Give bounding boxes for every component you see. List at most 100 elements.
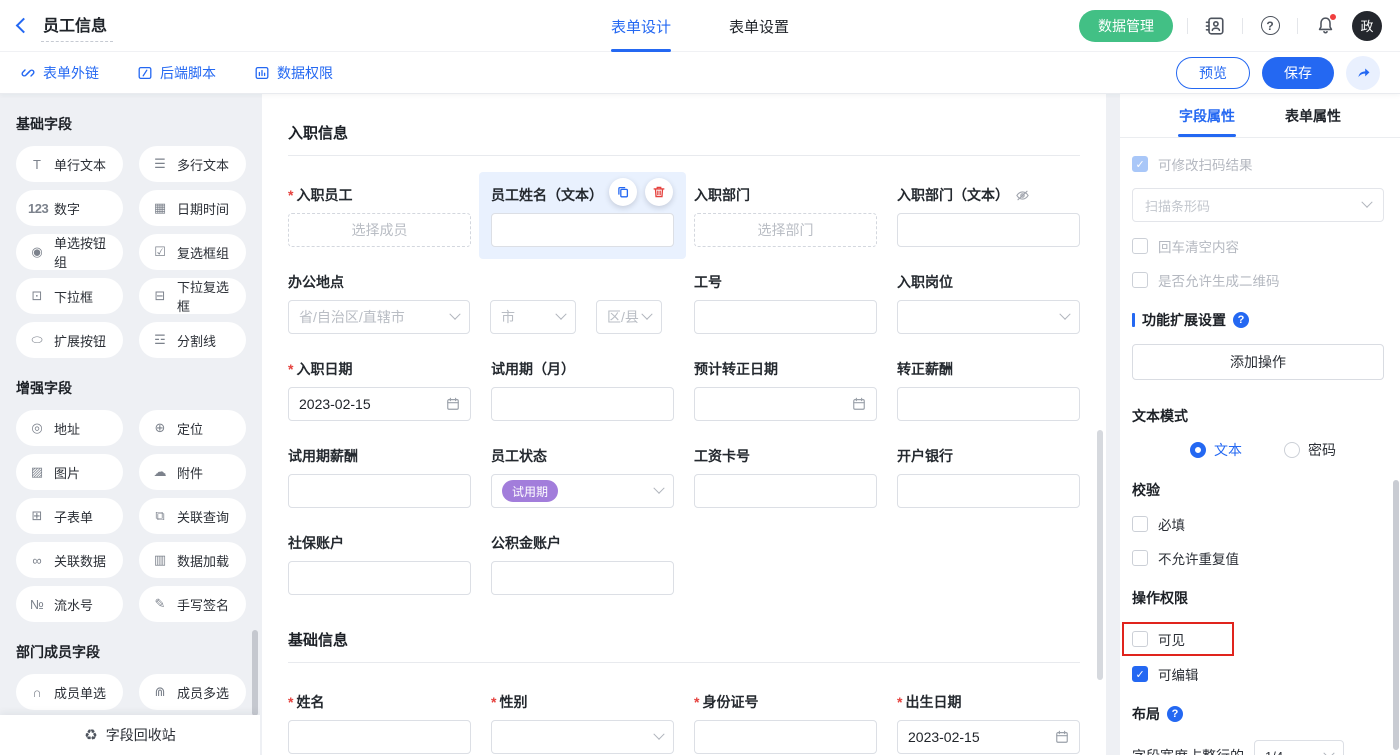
gender-select[interactable] (491, 720, 674, 754)
field-onboard-dept-text[interactable]: 入职部门（文本） (897, 184, 1080, 247)
field-bank[interactable]: 开户银行 (897, 445, 1080, 508)
field-item-address[interactable]: ◎地址 (16, 410, 123, 446)
required-checkbox[interactable]: 必填 (1132, 514, 1384, 534)
field-onboard-post[interactable]: 入职岗位 (897, 271, 1080, 334)
text-input[interactable] (288, 474, 471, 508)
field-item-number[interactable]: 123数字 (16, 190, 123, 226)
field-item-linked-query[interactable]: ⧉关联查询 (139, 498, 246, 534)
field-width-select[interactable]: 1/4 (1254, 740, 1344, 755)
field-onboard-employee[interactable]: *入职员工 选择成员 (288, 184, 471, 247)
text-input[interactable] (897, 387, 1080, 421)
district-select[interactable]: 区/县 (596, 300, 662, 334)
backend-script-link[interactable]: 后端脚本 (137, 63, 216, 83)
member-picker[interactable]: 选择成员 (288, 213, 471, 247)
avatar[interactable]: 政 (1352, 11, 1382, 41)
text-input[interactable] (897, 213, 1080, 247)
field-item-member-multi[interactable]: ⋒成员多选 (139, 674, 246, 710)
tab-form-properties[interactable]: 表单属性 (1260, 94, 1366, 137)
field-item-data-load[interactable]: ▥数据加载 (139, 542, 246, 578)
add-action-button[interactable]: 添加操作 (1132, 344, 1384, 380)
field-social-security-account[interactable]: 社保账户 (288, 532, 471, 595)
field-item-multi-line-text[interactable]: ☰多行文本 (139, 146, 246, 182)
field-item-radio-group[interactable]: ◉单选按钮组 (16, 234, 123, 270)
field-item-subform[interactable]: ⊞子表单 (16, 498, 123, 534)
visible-checkbox[interactable] (1132, 631, 1148, 647)
share-button[interactable] (1346, 56, 1380, 90)
scan-type-select[interactable]: 扫描条形码 (1132, 188, 1384, 222)
date-input[interactable] (694, 387, 877, 421)
copy-field-button[interactable] (609, 178, 637, 206)
field-office-location[interactable]: 办公地点 省/自治区/直辖市 市 区/县 (288, 271, 674, 334)
back-icon[interactable] (16, 18, 32, 34)
status-select[interactable]: 试用期 (491, 474, 674, 508)
field-onboard-dept[interactable]: 入职部门 选择部门 (694, 184, 877, 247)
field-item-serial-number[interactable]: №流水号 (16, 586, 123, 622)
city-select[interactable]: 市 (490, 300, 576, 334)
editable-checkbox[interactable]: 可编辑 (1132, 664, 1384, 684)
field-item-dropdown[interactable]: ⊡下拉框 (16, 278, 123, 314)
field-salary-card-no[interactable]: 工资卡号 (694, 445, 877, 508)
field-item-extend-button[interactable]: ⬭扩展按钮 (16, 322, 123, 358)
no-duplicate-checkbox[interactable]: 不允许重复值 (1132, 548, 1384, 568)
field-employee-name-text[interactable]: 员工姓名（文本） (479, 172, 686, 259)
text-input[interactable] (491, 561, 674, 595)
field-item-member-single[interactable]: ∩成员单选 (16, 674, 123, 710)
field-gender[interactable]: *性别 (491, 691, 674, 754)
field-recycle-bin[interactable]: ♻ 字段回收站 (0, 715, 260, 755)
text-input[interactable] (491, 387, 674, 421)
field-onboard-date[interactable]: *入职日期 2023-02-15 (288, 358, 471, 421)
date-input[interactable]: 2023-02-15 (897, 720, 1080, 754)
field-item-linked-data[interactable]: ∞关联数据 (16, 542, 123, 578)
data-manage-button[interactable]: 数据管理 (1079, 10, 1173, 42)
sidebar-scrollbar[interactable] (252, 630, 258, 716)
form-external-link[interactable]: 表单外链 (20, 63, 99, 83)
date-input[interactable]: 2023-02-15 (288, 387, 471, 421)
field-item-image[interactable]: ▨图片 (16, 454, 123, 490)
dept-picker[interactable]: 选择部门 (694, 213, 877, 247)
allow-qr-checkbox[interactable]: 是否允许生成二维码 (1132, 270, 1384, 290)
field-employee-status[interactable]: 员工状态 试用期 (491, 445, 674, 508)
text-input[interactable] (288, 561, 471, 595)
tab-field-properties[interactable]: 字段属性 (1154, 94, 1260, 137)
save-button[interactable]: 保存 (1262, 57, 1334, 89)
field-item-divider[interactable]: ☲分割线 (139, 322, 246, 358)
modify-scan-result-checkbox[interactable]: 可修改扫码结果 (1132, 154, 1384, 174)
field-item-location[interactable]: ⊕定位 (139, 410, 246, 446)
text-input[interactable] (694, 474, 877, 508)
tab-form-settings[interactable]: 表单设置 (729, 0, 789, 52)
page-title[interactable]: 员工信息 (41, 10, 113, 42)
field-name[interactable]: *姓名 (288, 691, 471, 754)
tab-form-design[interactable]: 表单设计 (611, 0, 671, 52)
field-work-no[interactable]: 工号 (694, 271, 877, 334)
help-icon[interactable]: ? (1257, 13, 1283, 39)
preview-button[interactable]: 预览 (1176, 57, 1250, 89)
contacts-icon[interactable] (1202, 13, 1228, 39)
enter-clear-checkbox[interactable]: 回车清空内容 (1132, 236, 1384, 256)
help-icon[interactable]: ? (1167, 706, 1183, 722)
notification-bell-icon[interactable] (1312, 13, 1338, 39)
delete-field-button[interactable] (645, 178, 673, 206)
text-input[interactable] (694, 720, 877, 754)
field-item-multi-dropdown[interactable]: ⊟下拉复选框 (139, 278, 246, 314)
radio-text-mode-text[interactable]: 文本 (1190, 440, 1242, 460)
text-input[interactable] (491, 213, 674, 247)
field-id-number[interactable]: *身份证号 (694, 691, 877, 754)
post-select[interactable] (897, 300, 1080, 334)
props-scrollbar[interactable] (1393, 480, 1399, 750)
data-permission-link[interactable]: 数据权限 (254, 63, 333, 83)
province-select[interactable]: 省/自治区/直辖市 (288, 300, 470, 334)
field-probation-months[interactable]: 试用期（月） (491, 358, 674, 421)
text-input[interactable] (694, 300, 877, 334)
field-item-checkbox-group[interactable]: ☑复选框组 (139, 234, 246, 270)
field-item-single-line-text[interactable]: T单行文本 (16, 146, 123, 182)
field-birth-date[interactable]: *出生日期 2023-02-15 (897, 691, 1080, 754)
field-expected-regular-date[interactable]: 预计转正日期 (694, 358, 877, 421)
field-item-signature[interactable]: ✎手写签名 (139, 586, 246, 622)
text-input[interactable] (897, 474, 1080, 508)
radio-text-mode-password[interactable]: 密码 (1284, 440, 1336, 460)
text-input[interactable] (288, 720, 471, 754)
help-icon[interactable]: ? (1233, 312, 1249, 328)
field-item-attachment[interactable]: ☁附件 (139, 454, 246, 490)
canvas-scrollbar[interactable] (1097, 430, 1103, 680)
field-item-datetime[interactable]: ▦日期时间 (139, 190, 246, 226)
